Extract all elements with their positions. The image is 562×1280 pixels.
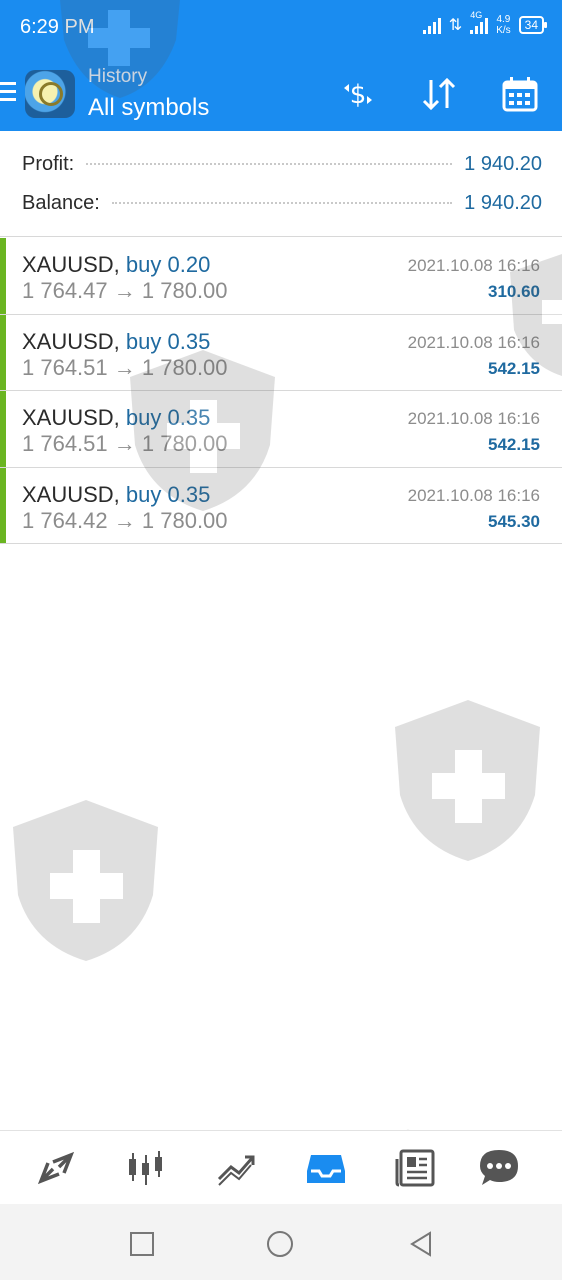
status-bar: 6:29 PM ⇅ 4G 4.9 K/s 34 (0, 0, 562, 56)
net-speed: 4.9 K/s (496, 14, 510, 36)
top-bar: 6:29 PM ⇅ 4G 4.9 K/s 34 History All symb… (0, 0, 562, 131)
network-signal: 4G (470, 10, 489, 34)
close-price: 1 780.00 (141, 278, 228, 303)
trade-icon[interactable] (215, 1147, 257, 1189)
net-speed-unit: K/s (496, 25, 511, 36)
system-navigation-bar (0, 1204, 562, 1280)
price-arrow-icon: → (113, 278, 136, 303)
price-arrow-icon: → (113, 354, 136, 380)
dotted-leader (111, 202, 453, 204)
price-arrow-icon: → (113, 431, 136, 456)
deal-time: 2021.10.08 16:16 (407, 409, 540, 428)
deal-row[interactable]: XAUUSD, buy 0.35 1 764.51 → 1 780.00 202… (0, 314, 562, 391)
open-price: 1 764.42 (22, 507, 108, 533)
deal-side: buy 0.20 (125, 252, 211, 277)
back-icon[interactable] (408, 1230, 436, 1258)
deal-prices: 1 764.51 → 1 780.00 (22, 355, 228, 381)
deal-symbol: XAUUSD, (22, 481, 120, 507)
deal-profit: 310.60 (488, 282, 540, 301)
deal-time: 2021.10.08 16:16 (407, 485, 540, 505)
close-price: 1 780.00 (141, 507, 228, 533)
chart-icon[interactable] (125, 1147, 167, 1189)
network-type: 4G (470, 10, 483, 20)
signal-icon (422, 16, 441, 34)
watermark-shield-icon (13, 800, 158, 961)
deal-symbol-line: XAUUSD, buy 0.35 (22, 482, 210, 508)
close-price: 1 780.00 (141, 431, 228, 456)
history-icon[interactable] (305, 1147, 347, 1189)
deal-symbol-line: XAUUSD, buy 0.35 (22, 329, 210, 355)
quotes-icon[interactable] (35, 1147, 77, 1189)
deal-symbol: XAUUSD, (22, 328, 120, 354)
profit-row: Profit: 1 940.20 (22, 149, 542, 179)
data-transfer-icon: ⇅ (448, 17, 463, 34)
status-icons: ⇅ 4G 4.9 K/s 34 (422, 10, 548, 36)
close-price: 1 780.00 (141, 354, 228, 380)
net-speed-value: 4.9 (496, 14, 511, 25)
deal-symbol: XAUUSD, (22, 405, 120, 430)
balance-row: Balance: 1 940.20 (22, 188, 542, 218)
menu-icon[interactable] (0, 82, 16, 102)
buy-indicator (0, 238, 6, 314)
deal-side: buy 0.35 (125, 328, 211, 354)
dotted-leader (86, 163, 453, 165)
currency-exchange-icon[interactable]: $ (338, 74, 378, 114)
calendar-icon[interactable] (500, 74, 540, 114)
app-logo (25, 70, 75, 118)
deal-time: 2021.10.08 16:16 (407, 256, 540, 275)
deal-side: buy 0.35 (125, 481, 211, 507)
symbol-filter[interactable]: All symbols (88, 94, 209, 122)
watermark-shield-icon (395, 700, 540, 861)
balance-label: Balance: (22, 191, 100, 214)
bottom-navigation (0, 1130, 562, 1204)
profit-value: 1 940.20 (464, 152, 542, 175)
price-arrow-icon: → (113, 507, 136, 533)
buy-indicator (0, 467, 6, 543)
open-price: 1 764.51 (22, 354, 108, 380)
svg-text:$: $ (350, 80, 367, 110)
open-price: 1 764.47 (22, 278, 108, 303)
profit-label: Profit: (22, 152, 75, 175)
page-subtitle: History (88, 66, 148, 87)
history-summary: Profit: 1 940.20 Balance: 1 940.20 (0, 131, 562, 237)
messages-icon[interactable] (478, 1147, 520, 1189)
deal-symbol-line: XAUUSD, buy 0.20 (22, 252, 210, 278)
deal-prices: 1 764.47 → 1 780.00 (22, 278, 228, 304)
deal-row[interactable]: XAUUSD, buy 0.35 1 764.42 → 1 780.00 202… (0, 467, 562, 544)
home-icon[interactable] (266, 1230, 294, 1258)
deal-profit: 545.30 (488, 511, 540, 531)
status-time: 6:29 PM (20, 16, 95, 38)
app-bar: History All symbols $ (0, 56, 562, 131)
deal-symbol-line: XAUUSD, buy 0.35 (22, 405, 210, 431)
open-price: 1 764.51 (22, 431, 108, 456)
deal-prices: 1 764.51 → 1 780.00 (22, 431, 228, 457)
sort-icon[interactable] (419, 74, 459, 114)
deal-prices: 1 764.42 → 1 780.00 (22, 508, 228, 534)
deal-profit: 542.15 (488, 435, 540, 454)
battery-icon: 34 (518, 16, 548, 34)
news-icon[interactable] (395, 1147, 437, 1189)
deal-side: buy 0.35 (125, 405, 211, 430)
buy-indicator (0, 391, 6, 467)
deal-profit: 542.15 (488, 358, 540, 378)
deal-symbol: XAUUSD, (22, 252, 120, 277)
balance-value: 1 940.20 (464, 191, 542, 214)
deal-time: 2021.10.08 16:16 (407, 332, 540, 352)
deal-row[interactable]: XAUUSD, buy 0.35 1 764.51 → 1 780.00 202… (0, 391, 562, 468)
deal-row[interactable]: XAUUSD, buy 0.20 1 764.47 → 1 780.00 202… (0, 238, 562, 315)
buy-indicator (0, 314, 6, 390)
deals-list: XAUUSD, buy 0.20 1 764.47 → 1 780.00 202… (0, 238, 562, 544)
recent-apps-icon[interactable] (128, 1230, 156, 1258)
